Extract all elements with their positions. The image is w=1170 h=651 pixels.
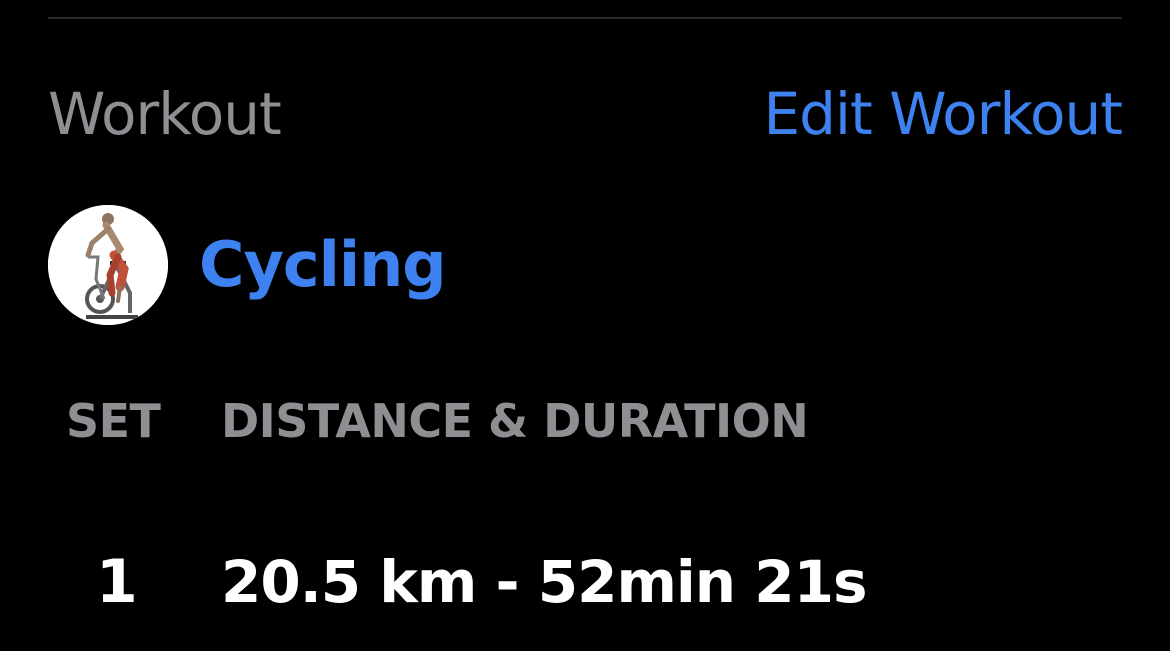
column-header-set: SET bbox=[66, 394, 161, 448]
workout-header: Workout Edit Workout bbox=[48, 78, 1123, 150]
edit-workout-button[interactable]: Edit Workout bbox=[763, 78, 1123, 150]
stationary-bike-icon bbox=[48, 205, 168, 325]
top-divider bbox=[48, 17, 1122, 19]
workout-detail-screen: Workout Edit Workout Cycling SET DISTANC… bbox=[0, 0, 1170, 651]
exercise-row[interactable]: Cycling bbox=[48, 205, 848, 325]
exercise-name[interactable]: Cycling bbox=[199, 227, 447, 303]
table-row: 1 20.5 km - 52min 21s bbox=[0, 547, 1170, 617]
set-distance-duration: 20.5 km - 52min 21s bbox=[221, 548, 868, 616]
column-header-distance-duration: DISTANCE & DURATION bbox=[221, 394, 809, 448]
section-title: Workout bbox=[48, 80, 282, 148]
set-number: 1 bbox=[96, 547, 138, 617]
